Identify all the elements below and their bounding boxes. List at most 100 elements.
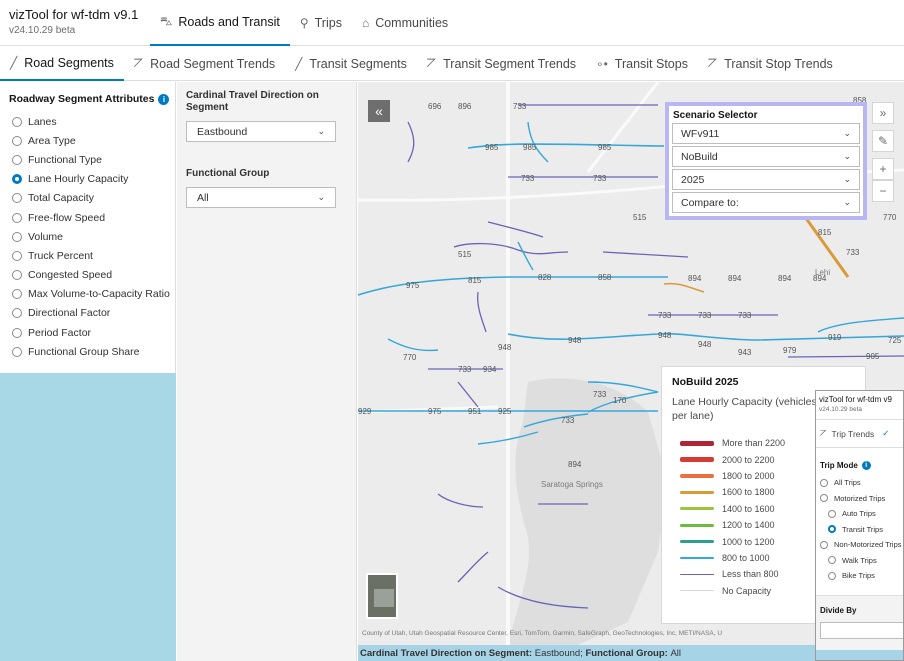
legend-swatch — [680, 556, 714, 559]
inset-mode-option[interactable]: Auto Trips — [820, 506, 902, 522]
radio-button[interactable] — [828, 571, 836, 580]
attribute-option[interactable]: Volume — [12, 227, 170, 246]
expand-icon[interactable]: » — [872, 102, 894, 124]
radio-button[interactable] — [12, 308, 22, 319]
attribute-option[interactable]: Functional Type — [12, 150, 170, 169]
road-segment[interactable] — [476, 291, 487, 333]
functional-group-select[interactable]: All ⌄ — [186, 187, 336, 208]
zoom-out-button[interactable]: − — [872, 180, 894, 202]
road-label: 975 — [406, 281, 420, 290]
collapse-panel-button[interactable]: « — [368, 100, 390, 122]
road-segment[interactable] — [817, 317, 904, 333]
radio-button[interactable] — [12, 289, 22, 300]
radio-button[interactable] — [12, 193, 22, 204]
radio-button[interactable] — [12, 135, 22, 146]
subtab-transit-segments[interactable]: ╱ Transit Segments — [285, 46, 417, 81]
attribute-option[interactable]: Functional Group Share — [12, 342, 170, 361]
radio-button[interactable] — [828, 556, 836, 565]
attribute-option-label: Area Type — [28, 134, 76, 147]
road-label: 925 — [498, 407, 512, 416]
subtab-road-segments[interactable]: ╱ Road Segments — [0, 46, 124, 81]
info-icon[interactable]: i — [158, 93, 170, 105]
tab-roads-and-transit[interactable]: ⛍ Roads and Transit — [150, 0, 290, 46]
radio-button[interactable] — [820, 540, 828, 549]
attribute-option[interactable]: Total Capacity — [12, 189, 170, 208]
radio-button[interactable] — [12, 116, 22, 127]
road-segment[interactable] — [602, 251, 689, 258]
attribute-option[interactable]: Congested Speed — [12, 266, 170, 285]
road-segment[interactable] — [787, 355, 904, 358]
tab-communities[interactable]: ⌂ Communities — [352, 0, 458, 46]
trips-icon: ⚲ — [299, 16, 309, 30]
road-segment[interactable] — [358, 276, 668, 296]
attribute-option[interactable]: Truck Percent — [12, 246, 170, 265]
road-label: 894 — [688, 274, 702, 283]
subtab-label: Transit Stop Trends — [724, 56, 833, 71]
inset-tab-trip-trends[interactable]: Trip Trends — [832, 429, 875, 439]
radio-button[interactable] — [12, 154, 22, 165]
road-segment[interactable] — [517, 241, 534, 271]
radio-button[interactable] — [12, 270, 22, 281]
radio-button[interactable] — [828, 525, 836, 534]
year-select[interactable]: 2025 ⌄ — [672, 169, 860, 190]
basemap-toggle[interactable] — [366, 573, 398, 619]
road-segment[interactable] — [663, 282, 705, 293]
model-select[interactable]: WFv911 ⌄ — [672, 123, 860, 144]
chevron-down-icon: ⌄ — [843, 128, 851, 138]
inset-mode-list: All Trips Motorized Trips Auto Trips Transi… — [820, 475, 902, 584]
road-segment[interactable] — [457, 551, 489, 583]
radio-button[interactable] — [12, 231, 22, 242]
direction-select[interactable]: Eastbound ⌄ — [186, 121, 336, 142]
attribute-option-label: Truck Percent — [28, 249, 93, 262]
inset-mode-option[interactable]: Transit Trips — [820, 522, 902, 538]
inset-version: v24.10.29 beta — [819, 406, 863, 413]
subtab-transit-stop-trends[interactable]: ⦢ Transit Stop Trends — [698, 46, 843, 81]
radio-button[interactable] — [12, 346, 22, 357]
road-label: 934 — [483, 365, 497, 374]
radio-button[interactable] — [820, 494, 828, 503]
subtab-transit-stops[interactable]: ∘• Transit Stops — [586, 46, 698, 81]
inset-mode-option[interactable]: Walk Trips — [820, 553, 902, 569]
radio-button[interactable] — [828, 509, 836, 518]
attribute-option[interactable]: Directional Factor — [12, 304, 170, 323]
road-segment[interactable] — [457, 381, 479, 408]
radio-button[interactable] — [12, 250, 22, 261]
road-segment[interactable] — [387, 338, 439, 352]
attribute-option[interactable]: Max Volume-to-Capacity Ratio — [12, 285, 170, 304]
attribute-option[interactable]: Free-flow Speed — [12, 208, 170, 227]
road-segment[interactable] — [487, 221, 544, 238]
attribute-option-label: Max Volume-to-Capacity Ratio — [28, 288, 170, 301]
scenario-select[interactable]: NoBuild ⌄ — [672, 146, 860, 167]
attribute-option[interactable]: Period Factor — [12, 323, 170, 342]
road-segment[interactable] — [527, 121, 549, 163]
inset-mode-option[interactable]: Non-Motorized Trips — [820, 537, 902, 553]
inset-mode-option[interactable]: Motorized Trips — [820, 491, 902, 507]
zoom-in-button[interactable]: + — [872, 158, 894, 180]
legend-swatch — [680, 573, 714, 576]
inset-mode-option[interactable]: Bike Trips — [820, 568, 902, 584]
pen-icon[interactable]: ✎ — [872, 130, 894, 152]
info-icon[interactable]: i — [861, 461, 871, 470]
road-label: 815 — [468, 276, 482, 285]
inset-divide-select[interactable] — [820, 622, 903, 639]
road-segment[interactable] — [437, 493, 484, 508]
road-segment[interactable] — [407, 121, 415, 163]
radio-button[interactable] — [820, 478, 828, 487]
radio-button[interactable] — [12, 212, 22, 223]
attribute-option-label: Congested Speed — [28, 269, 113, 282]
attribute-option[interactable]: Lane Hourly Capacity — [12, 170, 170, 189]
inset-mode-option[interactable]: All Trips — [820, 475, 902, 491]
radio-button[interactable] — [12, 174, 22, 185]
attribute-option[interactable]: Area Type — [12, 131, 170, 150]
radio-button[interactable] — [12, 327, 22, 338]
road-label: 894 — [778, 274, 792, 283]
tab-trips[interactable]: ⚲ Trips — [290, 0, 352, 46]
chevron-down-icon: ⌄ — [843, 174, 851, 184]
tab-label: Communities — [375, 16, 449, 30]
subtab-transit-segment-trends[interactable]: ⦢ Transit Segment Trends — [417, 46, 586, 81]
compare-select[interactable]: Compare to: ⌄ — [672, 192, 860, 213]
subtab-road-segment-trends[interactable]: ⦢ Road Segment Trends — [124, 46, 285, 81]
inset-tab-bar: ⦢ Trip Trends ✓ — [816, 419, 903, 448]
road-label: 815 — [818, 228, 832, 237]
attribute-option[interactable]: Lanes — [12, 112, 170, 131]
